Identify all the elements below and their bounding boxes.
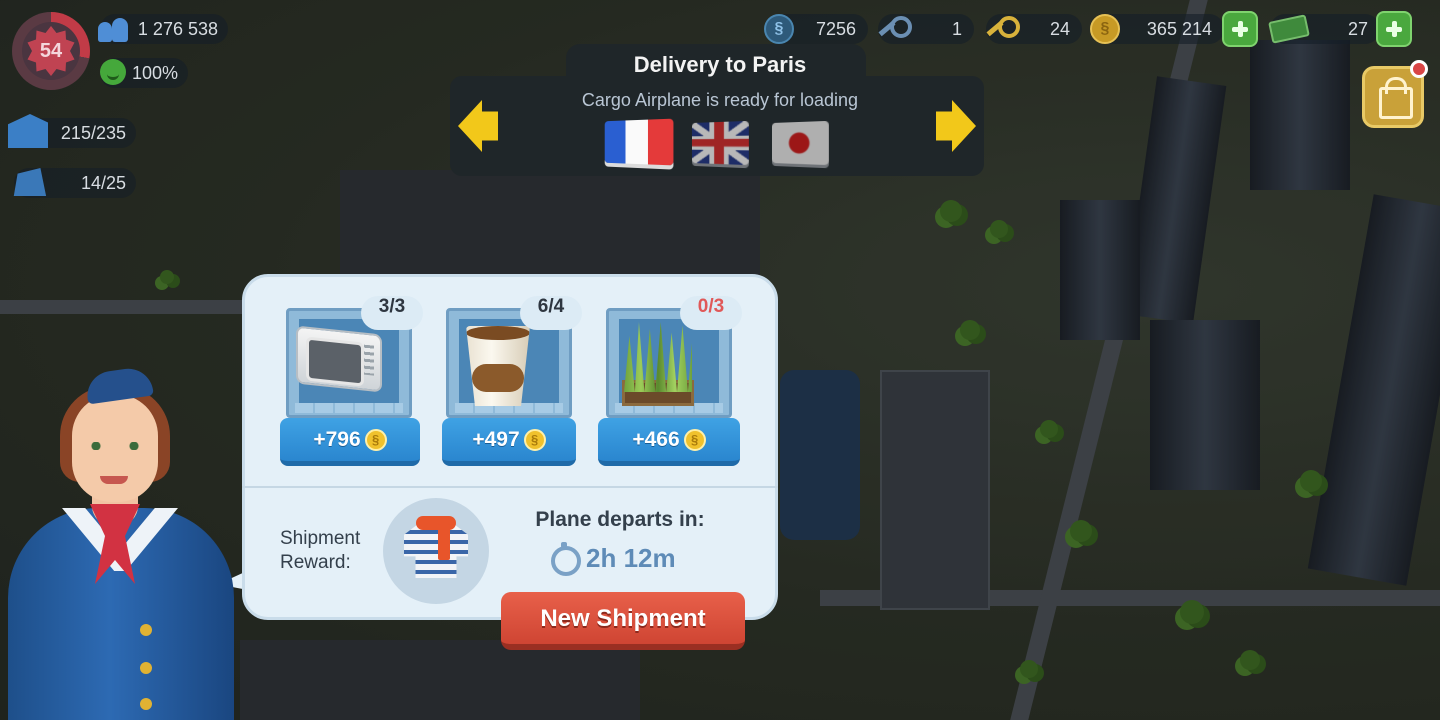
shipment-reward-label: Shipment Reward: (280, 528, 361, 573)
microwave-icon (296, 325, 382, 393)
timer-value: 2h 12m (586, 542, 676, 573)
stewardess-character (0, 365, 240, 720)
new-shipment-button[interactable]: New Shipment (501, 592, 745, 650)
simcash-counter[interactable]: § 7256 (764, 14, 868, 44)
next-destination-arrow-icon[interactable] (936, 100, 976, 152)
load-grass-button[interactable]: +466 § (598, 418, 740, 466)
plane-departs-label: Plane departs in: (535, 508, 705, 531)
key-icon (984, 16, 1020, 42)
departure-timer: 2h 12m (550, 540, 676, 576)
panel-divider (242, 486, 778, 488)
population-stat[interactable]: 1 276 538 (98, 14, 228, 44)
golden-key-counter[interactable]: 1 (878, 14, 974, 44)
add-bills-button[interactable] (1376, 11, 1412, 47)
housing-stat[interactable]: 14/25 (13, 168, 136, 198)
uk-flag[interactable] (691, 120, 749, 166)
coin-icon: § (364, 428, 387, 451)
level-indicator[interactable]: 54 (12, 12, 90, 90)
platinum-key-counter[interactable]: 24 (986, 14, 1082, 44)
bill-icon (1268, 14, 1310, 44)
coffee-cup-icon (466, 326, 530, 406)
golden-key-icon (876, 16, 912, 42)
simoleons-counter[interactable]: § 365 214 (1090, 14, 1224, 44)
platinum-key-value: 24 (1049, 19, 1070, 39)
japan-flag[interactable] (771, 120, 829, 166)
reward-value: +497 (472, 427, 520, 451)
storage-stat[interactable]: 215/235 (8, 114, 136, 148)
simoleon-coin-icon: § (1090, 14, 1120, 44)
golden-key-value: 1 (951, 19, 962, 39)
destination-subtitle: Cargo Airplane is ready for loading (581, 90, 859, 110)
prev-destination-arrow-icon[interactable] (458, 100, 498, 152)
simcash-value: 7256 (815, 19, 856, 39)
reward-value: +466 (632, 427, 680, 451)
load-microwave-button[interactable]: +796 § (280, 418, 420, 466)
population-value: 1 276 538 (137, 18, 218, 39)
simcash-icon: § (764, 14, 794, 44)
france-flag[interactable] (604, 118, 674, 166)
load-coffee-button[interactable]: +497 § (442, 418, 576, 466)
coin-icon: § (523, 428, 546, 451)
add-simoleons-button[interactable] (1222, 11, 1258, 47)
item-count: 0/3 (680, 296, 742, 330)
scarf-icon (416, 516, 456, 560)
bills-value: 27 (1347, 19, 1368, 39)
bills-counter[interactable]: 27 (1268, 14, 1380, 44)
item-count: 3/3 (361, 296, 423, 330)
housing-value: 14/25 (80, 172, 126, 193)
coin-icon: § (683, 428, 706, 451)
simoleons-value: 365 214 (1146, 19, 1212, 39)
grass-seeds-icon (616, 322, 700, 406)
destination-title: Delivery to Paris (633, 52, 807, 77)
population-icon (96, 16, 132, 42)
stopwatch-icon (550, 542, 581, 576)
item-count: 6/4 (520, 296, 582, 330)
storage-value: 215/235 (60, 122, 126, 143)
reward-value: +796 (313, 427, 361, 451)
